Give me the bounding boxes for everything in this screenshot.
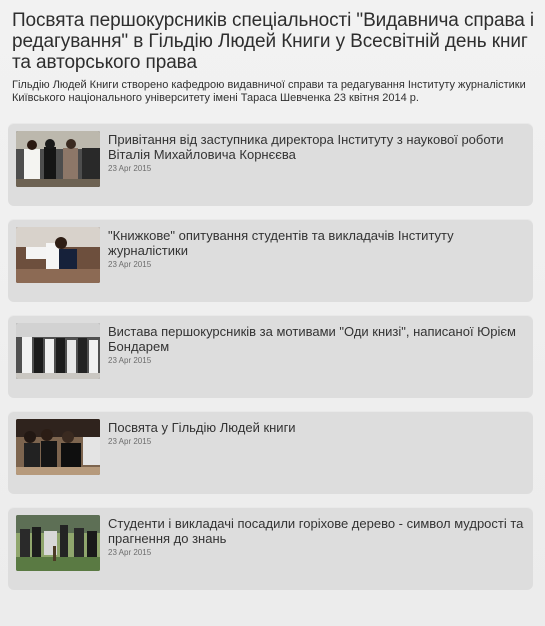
photo-thumbnail-icon[interactable] (16, 419, 100, 475)
news-item-date: 23 Apr 2015 (108, 260, 152, 269)
news-item-text: Вистава першокурсників за мотивами "Оди … (108, 323, 525, 366)
news-item-text: Студенти і викладачі посадили горіхове д… (108, 515, 525, 558)
news-item-title[interactable]: Привітання від заступника директора Інст… (108, 132, 525, 162)
news-item-date: 23 Apr 2015 (108, 548, 152, 557)
photo-thumbnail-icon[interactable] (16, 227, 100, 283)
news-item-greeting[interactable]: Привітання від заступника директора Інст… (8, 123, 533, 206)
news-item-text: Посвята у Гільдію Людей книги 23 Apr 201… (108, 419, 296, 447)
news-item-tree-planting[interactable]: Студенти і викладачі посадили горіхове д… (8, 507, 533, 590)
photo-thumbnail-icon[interactable] (16, 323, 100, 379)
news-list: Привітання від заступника директора Інст… (8, 123, 537, 590)
news-item-title[interactable]: "Книжкове" опитування студентів та викла… (108, 228, 525, 258)
news-item-title[interactable]: Студенти і викладачі посадили горіхове д… (108, 516, 525, 546)
page-subtitle: Гільдію Людей Книги створено кафедрою ви… (12, 79, 526, 104)
news-item-performance[interactable]: Вистава першокурсників за мотивами "Оди … (8, 315, 533, 398)
photo-thumbnail-icon[interactable] (16, 515, 100, 571)
news-item-survey[interactable]: "Книжкове" опитування студентів та викла… (8, 219, 533, 302)
news-item-date: 23 Apr 2015 (108, 164, 152, 173)
photo-thumbnail-icon[interactable] (16, 131, 100, 187)
news-item-text: Привітання від заступника директора Інст… (108, 131, 525, 174)
page-header: Посвята першокурсників спеціальності "Ви… (8, 10, 537, 105)
news-item-date: 23 Apr 2015 (108, 356, 152, 365)
news-item-title[interactable]: Вистава першокурсників за мотивами "Оди … (108, 324, 525, 354)
news-item-guild-initiation[interactable]: Посвята у Гільдію Людей книги 23 Apr 201… (8, 411, 533, 494)
news-item-text: "Книжкове" опитування студентів та викла… (108, 227, 525, 270)
page-title: Посвята першокурсників спеціальності "Ви… (12, 10, 535, 73)
news-item-date: 23 Apr 2015 (108, 437, 152, 446)
news-page: Посвята першокурсників спеціальності "Ви… (0, 0, 545, 626)
news-item-title[interactable]: Посвята у Гільдію Людей книги (108, 420, 296, 435)
